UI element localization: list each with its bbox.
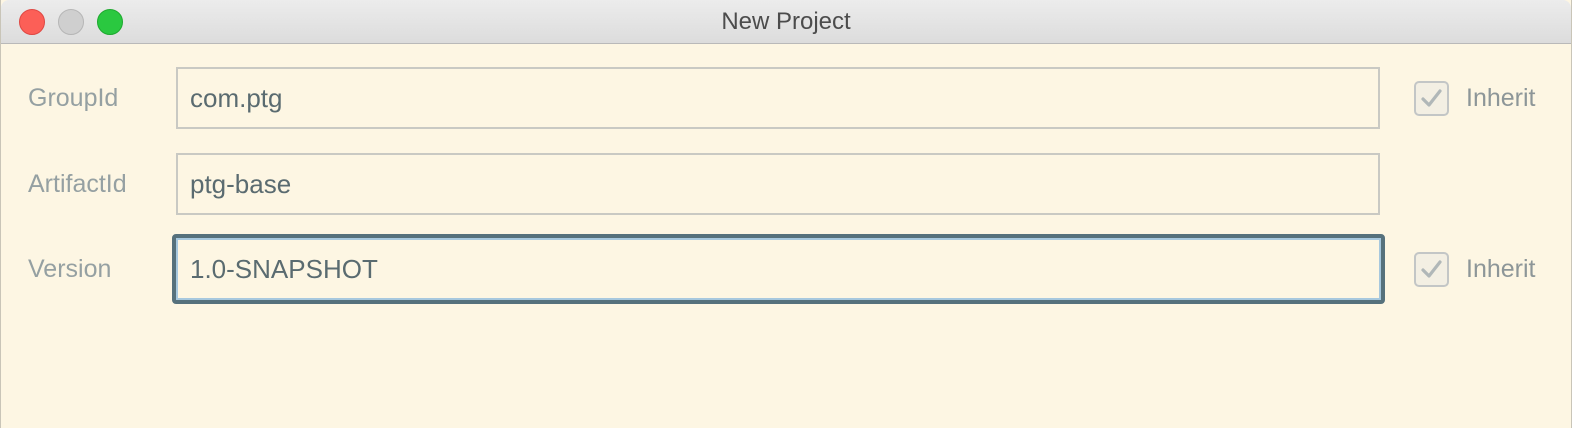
- group-id-label: GroupId: [28, 84, 119, 112]
- group-id-inherit-label: Inherit: [1466, 83, 1536, 112]
- version-inherit-toggle[interactable]: Inherit: [1414, 238, 1535, 300]
- artifact-id-input[interactable]: [176, 153, 1380, 215]
- group-id-input[interactable]: [176, 67, 1380, 129]
- new-project-window: New Project GroupId Inherit ArtifactId V…: [0, 0, 1572, 428]
- version-inherit-label: Inherit: [1466, 254, 1536, 283]
- window-title: New Project: [721, 8, 851, 35]
- version-label: Version: [28, 255, 112, 283]
- checkmark-icon: [1421, 88, 1442, 107]
- checkmark-icon: [1421, 259, 1442, 278]
- artifact-id-label: ArtifactId: [28, 170, 127, 198]
- group-id-inherit-checkbox[interactable]: [1414, 80, 1449, 116]
- version-input[interactable]: [172, 234, 1385, 304]
- title-bar[interactable]: New Project: [1, 0, 1571, 44]
- version-inherit-checkbox[interactable]: [1414, 251, 1449, 287]
- group-id-inherit-toggle[interactable]: Inherit: [1414, 67, 1535, 129]
